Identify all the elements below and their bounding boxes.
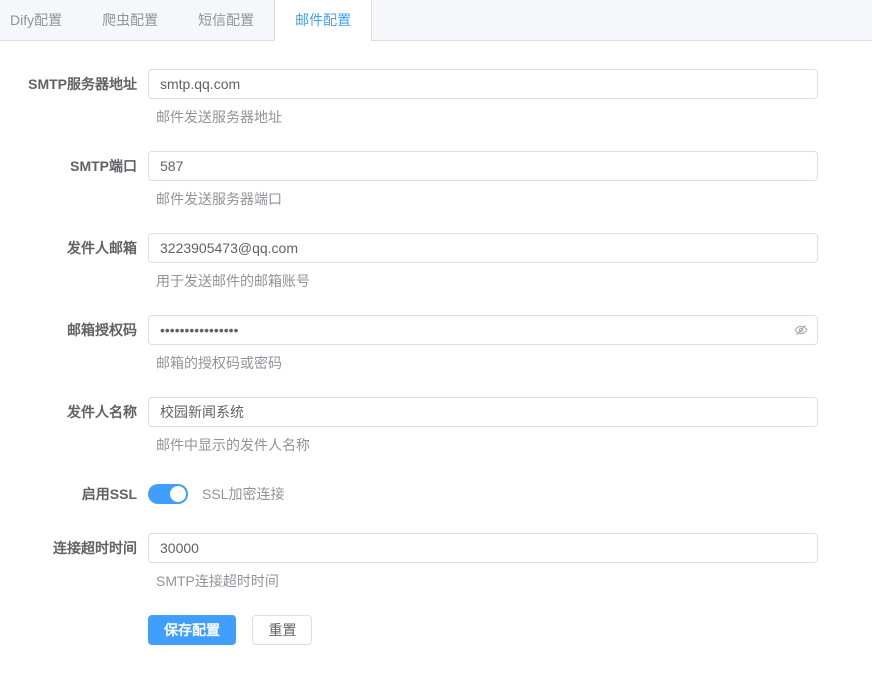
smtp-host-label: SMTP服务器地址 bbox=[0, 69, 148, 127]
tab-email-config[interactable]: 邮件配置 bbox=[274, 0, 372, 41]
reset-button[interactable]: 重置 bbox=[252, 615, 312, 645]
timeout-row: 连接超时时间 SMTP连接超时时间 bbox=[0, 533, 872, 591]
smtp-host-hint: 邮件发送服务器地址 bbox=[148, 107, 818, 127]
ssl-switch-text: SSL加密连接 bbox=[202, 484, 284, 504]
tab-dify-config[interactable]: Dify配置 bbox=[0, 0, 82, 40]
ssl-switch[interactable] bbox=[148, 484, 188, 504]
sender-name-hint: 邮件中显示的发件人名称 bbox=[148, 435, 818, 455]
ssl-row: 启用SSL SSL加密连接 bbox=[0, 479, 872, 509]
timeout-label: 连接超时时间 bbox=[0, 533, 148, 591]
auth-code-hint: 邮箱的授权码或密码 bbox=[148, 353, 818, 373]
smtp-host-row: SMTP服务器地址 邮件发送服务器地址 bbox=[0, 69, 872, 127]
smtp-host-input[interactable] bbox=[148, 69, 818, 99]
buttons-spacer bbox=[0, 615, 148, 645]
auth-code-input[interactable] bbox=[148, 315, 818, 345]
timeout-input[interactable] bbox=[148, 533, 818, 563]
smtp-port-input[interactable] bbox=[148, 151, 818, 181]
email-config-form: SMTP服务器地址 邮件发送服务器地址 SMTP端口 邮件发送服务器端口 发件人… bbox=[0, 41, 872, 645]
save-button[interactable]: 保存配置 bbox=[148, 615, 236, 645]
sender-email-label: 发件人邮箱 bbox=[0, 233, 148, 291]
sender-name-input[interactable] bbox=[148, 397, 818, 427]
sender-name-row: 发件人名称 邮件中显示的发件人名称 bbox=[0, 397, 872, 455]
ssl-label: 启用SSL bbox=[0, 479, 148, 509]
timeout-hint: SMTP连接超时时间 bbox=[148, 571, 818, 591]
sender-email-row: 发件人邮箱 用于发送邮件的邮箱账号 bbox=[0, 233, 872, 291]
buttons-row: 保存配置 重置 bbox=[0, 615, 872, 645]
sender-name-label: 发件人名称 bbox=[0, 397, 148, 455]
sender-email-hint: 用于发送邮件的邮箱账号 bbox=[148, 271, 818, 291]
auth-code-row: 邮箱授权码 邮箱的授权码或密码 bbox=[0, 315, 872, 373]
tab-bar: Dify配置 爬虫配置 短信配置 邮件配置 bbox=[0, 0, 872, 41]
email-config-page: Dify配置 爬虫配置 短信配置 邮件配置 SMTP服务器地址 邮件发送服务器地… bbox=[0, 0, 872, 677]
sender-email-input[interactable] bbox=[148, 233, 818, 263]
eye-off-icon[interactable] bbox=[793, 322, 809, 338]
smtp-port-row: SMTP端口 邮件发送服务器端口 bbox=[0, 151, 872, 209]
tab-crawler-config[interactable]: 爬虫配置 bbox=[82, 0, 178, 40]
smtp-port-label: SMTP端口 bbox=[0, 151, 148, 209]
ssl-switch-knob bbox=[170, 486, 186, 502]
auth-code-label: 邮箱授权码 bbox=[0, 315, 148, 373]
smtp-port-hint: 邮件发送服务器端口 bbox=[148, 189, 818, 209]
tab-sms-config[interactable]: 短信配置 bbox=[178, 0, 274, 40]
